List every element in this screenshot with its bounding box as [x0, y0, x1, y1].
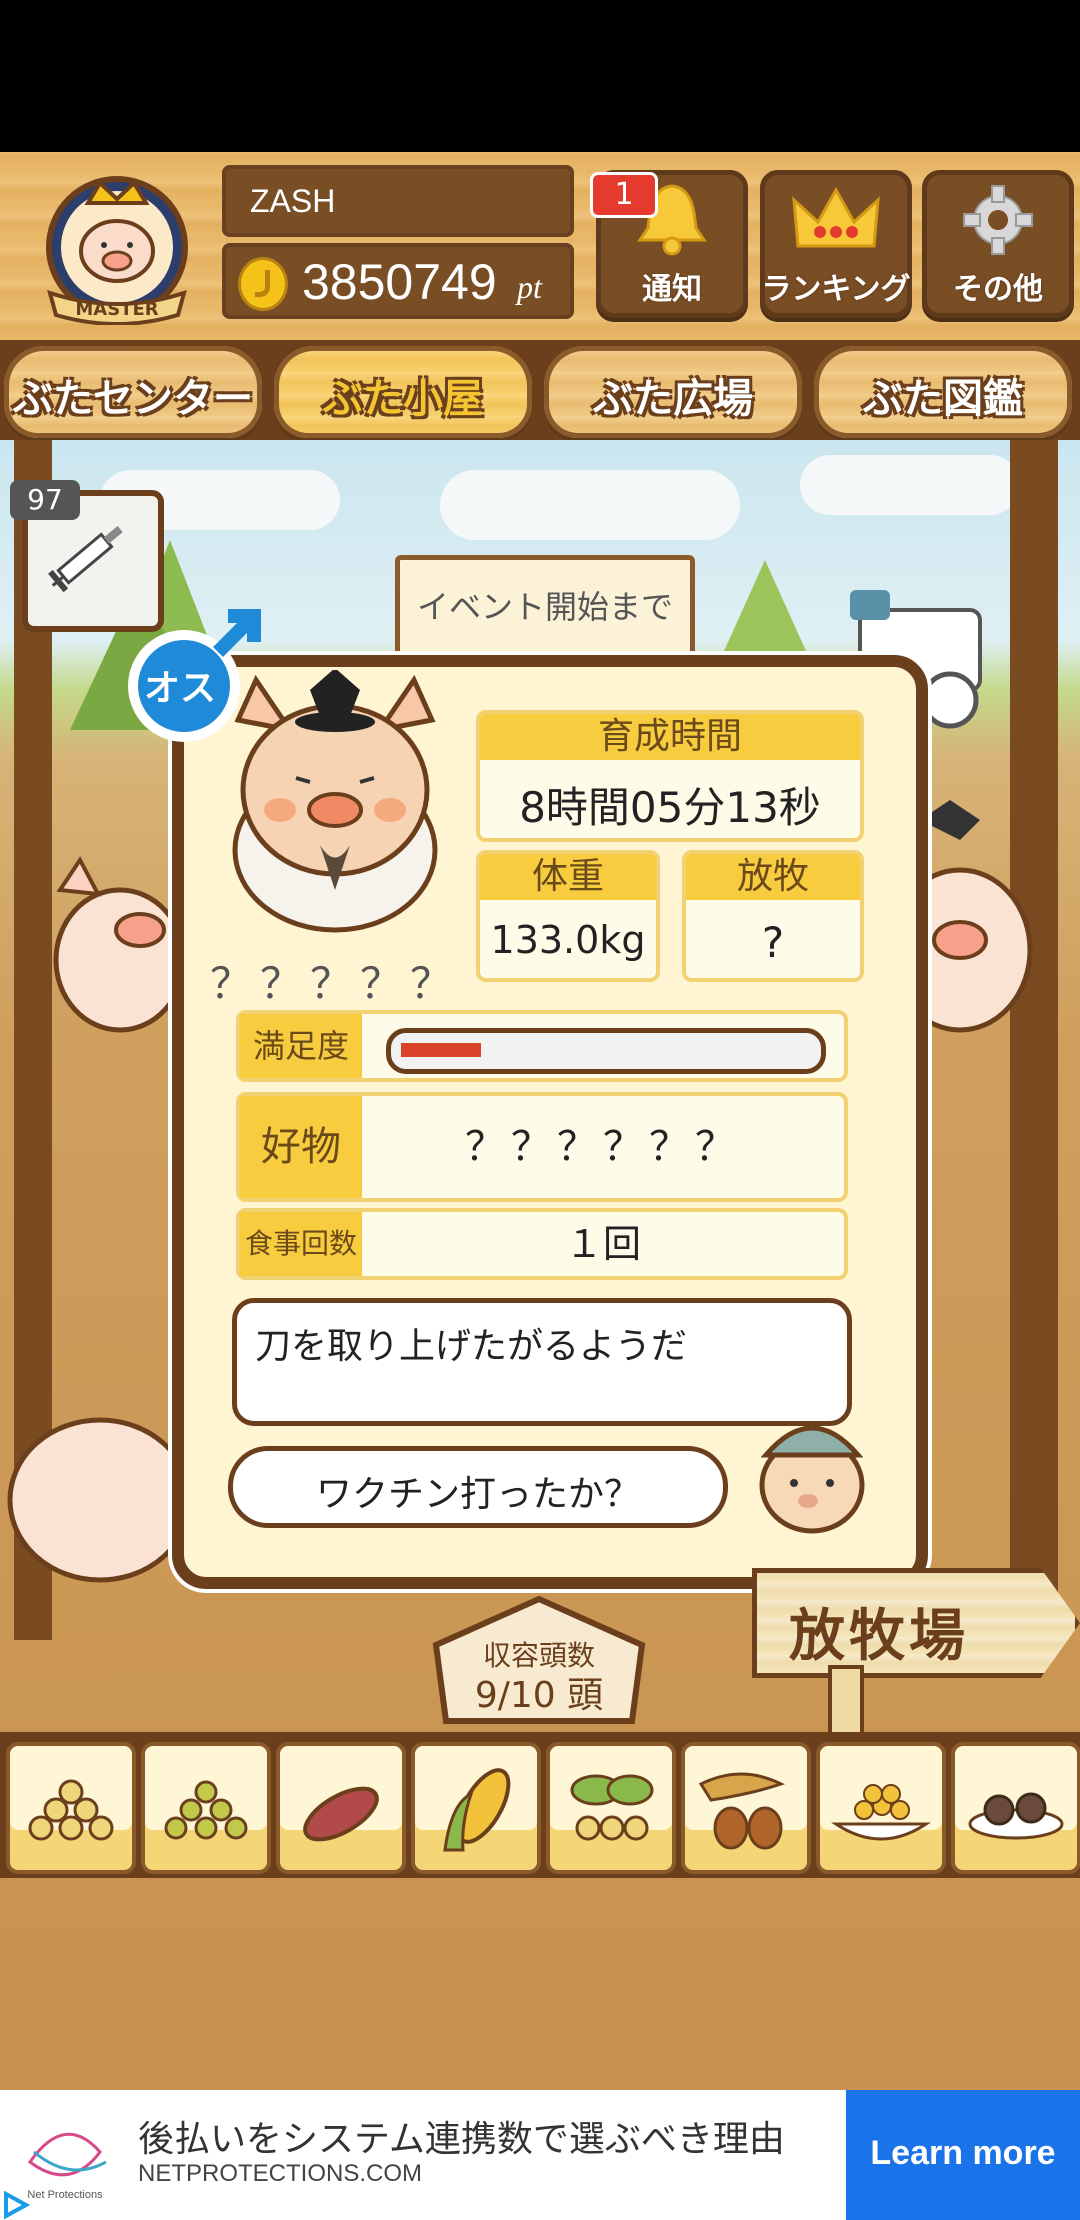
food-slot[interactable] [411, 1742, 541, 1874]
weight-label: 体重 [480, 854, 656, 900]
tab-label: ぶた広場 [593, 376, 753, 422]
sweet-potato-icon [303, 1786, 379, 1842]
raising-time-value: 8時間05分13秒 [519, 783, 821, 832]
tab-label: ぶた図鑑 [863, 376, 1023, 422]
background-pig[interactable] [0, 1400, 200, 1600]
points-panel: 3850749 pt [222, 243, 574, 319]
grazing-value: ? [761, 918, 785, 967]
gender-label: オス [144, 668, 216, 709]
settings-label: その他 [953, 272, 1043, 307]
master-label: MASTER [75, 299, 158, 320]
food-slot[interactable] [816, 1742, 946, 1874]
raising-time-box: 育成時間 8時間05分13秒 [476, 710, 864, 842]
tab-pig-hut[interactable]: ぶた小屋 [274, 346, 532, 438]
settings-button[interactable]: その他 [922, 170, 1074, 318]
ad-cta-label: Learn more [870, 2134, 1056, 2172]
tab-pig-plaza[interactable]: ぶた広場 [544, 346, 802, 438]
favorite-label: 好物 [240, 1096, 362, 1198]
ad-title[interactable]: 後払いをシステム連携数で選ぶべき理由 [138, 2110, 785, 2162]
tab-label: ぶた小屋 [323, 376, 483, 422]
chestnut-plate-icon [968, 1792, 1064, 1840]
soybeans-icon [831, 1784, 931, 1841]
meals-label: 食事回数 [240, 1212, 362, 1276]
ad-logo-caption: Net Protections [27, 2189, 103, 2201]
satisfaction-label: 満足度 [240, 1014, 362, 1078]
player-name: ZASH [250, 183, 336, 219]
barn-capacity-label: 収容頭数 [483, 1639, 595, 1672]
satisfaction-row: 満足度 [236, 1010, 848, 1082]
meals-row: 食事回数 １回 [236, 1208, 848, 1280]
event-sign: イベント開始まで [395, 555, 695, 665]
ranking-button[interactable]: ランキング [760, 170, 912, 318]
pig-portrait[interactable] [210, 670, 460, 940]
notification-label: 通知 [642, 272, 702, 307]
cloud [800, 455, 1020, 515]
satisfaction-bar-fill [401, 1043, 481, 1057]
weight-value: 133.0kg [490, 918, 646, 962]
food-slot[interactable] [951, 1742, 1080, 1874]
food-slot[interactable] [546, 1742, 676, 1874]
food-slot[interactable] [141, 1742, 271, 1874]
favorite-row: 好物 ？？？？？？ [236, 1092, 848, 1202]
grazing-box: 放牧 ? [682, 850, 864, 982]
meals-value: １回 [564, 1222, 641, 1266]
status-bar [0, 0, 1080, 152]
satisfaction-bar [386, 1028, 826, 1074]
beans-icon [28, 1779, 114, 1841]
event-sign-text: イベント開始まで [416, 588, 673, 626]
barn-capacity-value: 9/10 頭 [475, 1675, 603, 1716]
food-slot[interactable] [276, 1742, 406, 1874]
coin-icon [238, 257, 288, 311]
ranch-sign-button[interactable]: 放牧場 [752, 1568, 1080, 1678]
acorn-icon [698, 1772, 785, 1850]
farmer-speech-bubble[interactable]: ワクチン打ったか？ [228, 1446, 728, 1528]
ad-domain: NETPROTECTIONS.COM [138, 2160, 423, 2187]
barn-capacity-sign: 収容頭数 9/10 頭 [432, 1595, 646, 1724]
food-slot[interactable] [681, 1742, 811, 1874]
tab-pig-encyclopedia[interactable]: ぶた図鑑 [814, 346, 1072, 438]
ad-logo: Net Protections [27, 2132, 107, 2201]
notification-badge: 1 [590, 172, 658, 218]
ranking-label: ランキング [761, 272, 911, 307]
master-badge[interactable]: MASTER [30, 165, 205, 325]
item-count: 97 [10, 480, 80, 520]
background-pig[interactable] [40, 830, 190, 1040]
tab-pig-center[interactable]: ぶたセンター [4, 346, 262, 438]
favorite-value: ？？？？？？ [465, 1124, 741, 1170]
raising-time-label: 育成時間 [480, 714, 860, 760]
ad-learn-more-button[interactable]: Learn more [846, 2090, 1080, 2220]
player-name-panel: ZASH [222, 165, 574, 237]
points-unit: pt [517, 269, 542, 305]
farmer-icon[interactable] [752, 1405, 872, 1535]
tree [720, 560, 810, 660]
corn-icon [443, 1768, 511, 1852]
grazing-label: 放牧 [686, 854, 860, 900]
cloud [440, 470, 740, 540]
gear-icon [963, 185, 1033, 255]
farmer-speech-text: ワクチン打ったか？ [315, 1474, 640, 1515]
syringe-icon [48, 525, 123, 593]
pig-name: ？？？？？ [210, 959, 461, 1008]
ranch-sign-label: 放牧場 [789, 1604, 969, 1669]
points-value: 3850749 [302, 254, 497, 310]
weight-box: 体重 133.0kg [476, 850, 660, 982]
green-beans-icon [164, 1780, 248, 1840]
tab-label: ぶたセンター [13, 376, 253, 422]
vegetables-icon [570, 1774, 654, 1841]
crown-icon [792, 186, 880, 248]
ad-choices-icon[interactable] [0, 2190, 30, 2220]
pig-message: 刀を取り上げたがるようだ [255, 1326, 688, 1367]
food-slot[interactable] [6, 1742, 136, 1874]
